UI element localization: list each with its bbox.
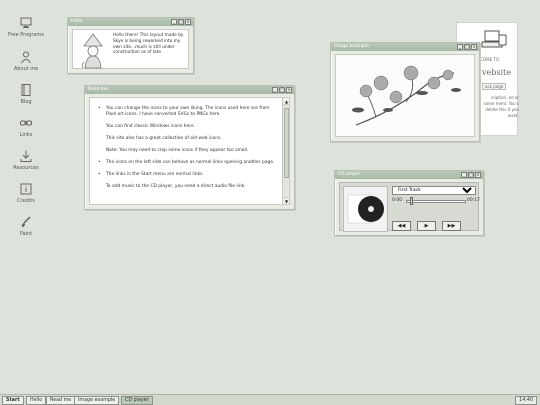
vinyl-disc-icon <box>347 194 384 224</box>
readme-body: • You can change the icons to your own li… <box>89 97 290 205</box>
seek-handle[interactable] <box>410 197 413 205</box>
readme-paragraph: This site also has a great collection of… <box>106 136 222 141</box>
scroll-down-button[interactable]: ▼ <box>283 197 289 204</box>
image-body <box>335 54 475 137</box>
close-button[interactable]: × <box>286 87 292 93</box>
next-button[interactable]: ▶▶ <box>442 221 461 231</box>
minimize-button[interactable]: _ <box>457 44 463 50</box>
link-icon <box>20 120 32 126</box>
back-page-button[interactable]: ack page <box>482 83 507 90</box>
taskbar-item-image-example[interactable]: Image example <box>74 396 120 405</box>
desktop-icon-links[interactable]: Links <box>4 116 48 138</box>
vertical-scrollbar[interactable]: ▲ ▼ <box>282 98 289 204</box>
welcome-text: LCOME TO <box>478 57 500 62</box>
readme-paragraph: To add music to the CD player, you need … <box>106 184 246 189</box>
description-text: cription. ed or some ment. You s delete … <box>483 95 519 118</box>
site-title: vebsite <box>482 68 511 77</box>
readme-window[interactable]: Read me _ □ × • You can change the icons … <box>84 85 295 210</box>
cd-player-panel: First Track 0:00 00:17 ◀◀ ▶ ▶▶ <box>339 182 480 232</box>
readme-paragraph: The icons on the left side can behave as… <box>106 160 275 165</box>
desktop-icon-paint[interactable]: Paint <box>4 215 48 237</box>
readme-paragraph: You can change the icons to your own lik… <box>106 106 270 117</box>
readme-titlebar[interactable]: Read me _ □ × <box>85 86 294 94</box>
window-title: Hello <box>71 19 83 24</box>
list-item: • The icons on the left side can behave a… <box>98 160 275 165</box>
desktop-icon-label: Links <box>19 132 33 138</box>
readme-paragraph: Note: You may need to crop some icons if… <box>106 148 249 153</box>
taskbar: Start Hello Read me Image example CD pla… <box>0 394 540 405</box>
cd-cover <box>343 186 388 232</box>
seek-bar[interactable] <box>406 200 466 203</box>
info-icon <box>20 183 32 195</box>
flower-painting-image <box>352 65 461 126</box>
desktop-icon-label: Credits <box>17 198 35 204</box>
current-time: 0:00 <box>392 198 403 203</box>
desktop-icon-blog[interactable]: Blog <box>4 83 48 105</box>
desktop-icon-label: Resources <box>13 165 39 171</box>
previous-button[interactable]: ◀◀ <box>392 221 411 231</box>
scroll-thumb[interactable] <box>284 108 289 178</box>
desktop-icon-label: Blog <box>20 99 32 105</box>
maximize-button[interactable]: □ <box>279 87 285 93</box>
readme-paragraph: You can find classic Windows icons here. <box>106 124 195 129</box>
start-button[interactable]: Start <box>2 396 24 405</box>
window-title: CD player <box>338 172 361 177</box>
taskbar-item-readme[interactable]: Read me <box>46 396 76 405</box>
cd-titlebar[interactable]: CD player _ □ × <box>335 171 483 179</box>
minimize-button[interactable]: _ <box>272 87 278 93</box>
desktop-icon-credits[interactable]: Credits <box>4 182 48 204</box>
paint-icon <box>21 216 31 227</box>
download-icon <box>20 150 32 162</box>
list-item: • You can change the icons to your own li… <box>98 106 275 118</box>
cd-player-window[interactable]: CD player _ □ × First Track 0:00 00:17 ◀… <box>334 170 484 236</box>
close-button[interactable]: × <box>471 44 477 50</box>
taskbar-item-cd-player[interactable]: CD player <box>121 396 153 405</box>
readme-content: • You can change the icons to your own li… <box>98 106 275 196</box>
readme-paragraph: The links in the Start menu are normal l… <box>106 172 204 177</box>
taskbar-clock: 14:40 <box>515 396 537 405</box>
hello-titlebar[interactable]: Hello _ □ × <box>68 18 193 26</box>
window-title: Read me <box>88 87 108 92</box>
minimize-button[interactable]: _ <box>461 172 467 178</box>
desktop-icon-about-me[interactable]: About me <box>4 50 48 72</box>
image-example-window[interactable]: Image example _ □ × <box>330 42 480 142</box>
hello-body: Hello there! This layout made by Skye is… <box>72 29 189 69</box>
desktop-icon-label: About me <box>13 66 39 72</box>
desktop-icon-resources[interactable]: Resources <box>4 149 48 171</box>
minimize-button[interactable]: _ <box>171 19 177 25</box>
maximize-button[interactable]: □ <box>464 44 470 50</box>
play-button[interactable]: ▶ <box>417 221 436 231</box>
image-titlebar[interactable]: Image example _ □ × <box>331 43 479 51</box>
window-title: Image example <box>334 44 369 49</box>
scroll-up-button[interactable]: ▲ <box>283 98 289 105</box>
desktop-icon-label: Paint <box>19 231 33 237</box>
monitor-icon <box>20 17 32 28</box>
hello-text: Hello there! This layout made by Skye is… <box>113 33 184 56</box>
track-select[interactable]: First Track <box>392 186 476 195</box>
close-button[interactable]: × <box>185 19 191 25</box>
close-button[interactable]: × <box>475 172 481 178</box>
maximize-button[interactable]: □ <box>178 19 184 25</box>
hello-window[interactable]: Hello _ □ × Hello there! This layout mad… <box>67 17 194 74</box>
wizard-character-icon <box>81 33 103 69</box>
user-icon <box>21 51 31 64</box>
list-item: • The links in the Start menu are normal … <box>98 172 204 177</box>
notebook-icon <box>21 84 31 96</box>
desktop-icon-free-programs[interactable]: Free Programs <box>4 16 48 38</box>
total-time: 00:17 <box>467 198 480 203</box>
desktop-icon-label: Free Programs <box>8 32 44 38</box>
taskbar-item-hello[interactable]: Hello <box>26 396 47 405</box>
maximize-button[interactable]: □ <box>468 172 474 178</box>
computer-illustration-icon <box>481 30 507 48</box>
